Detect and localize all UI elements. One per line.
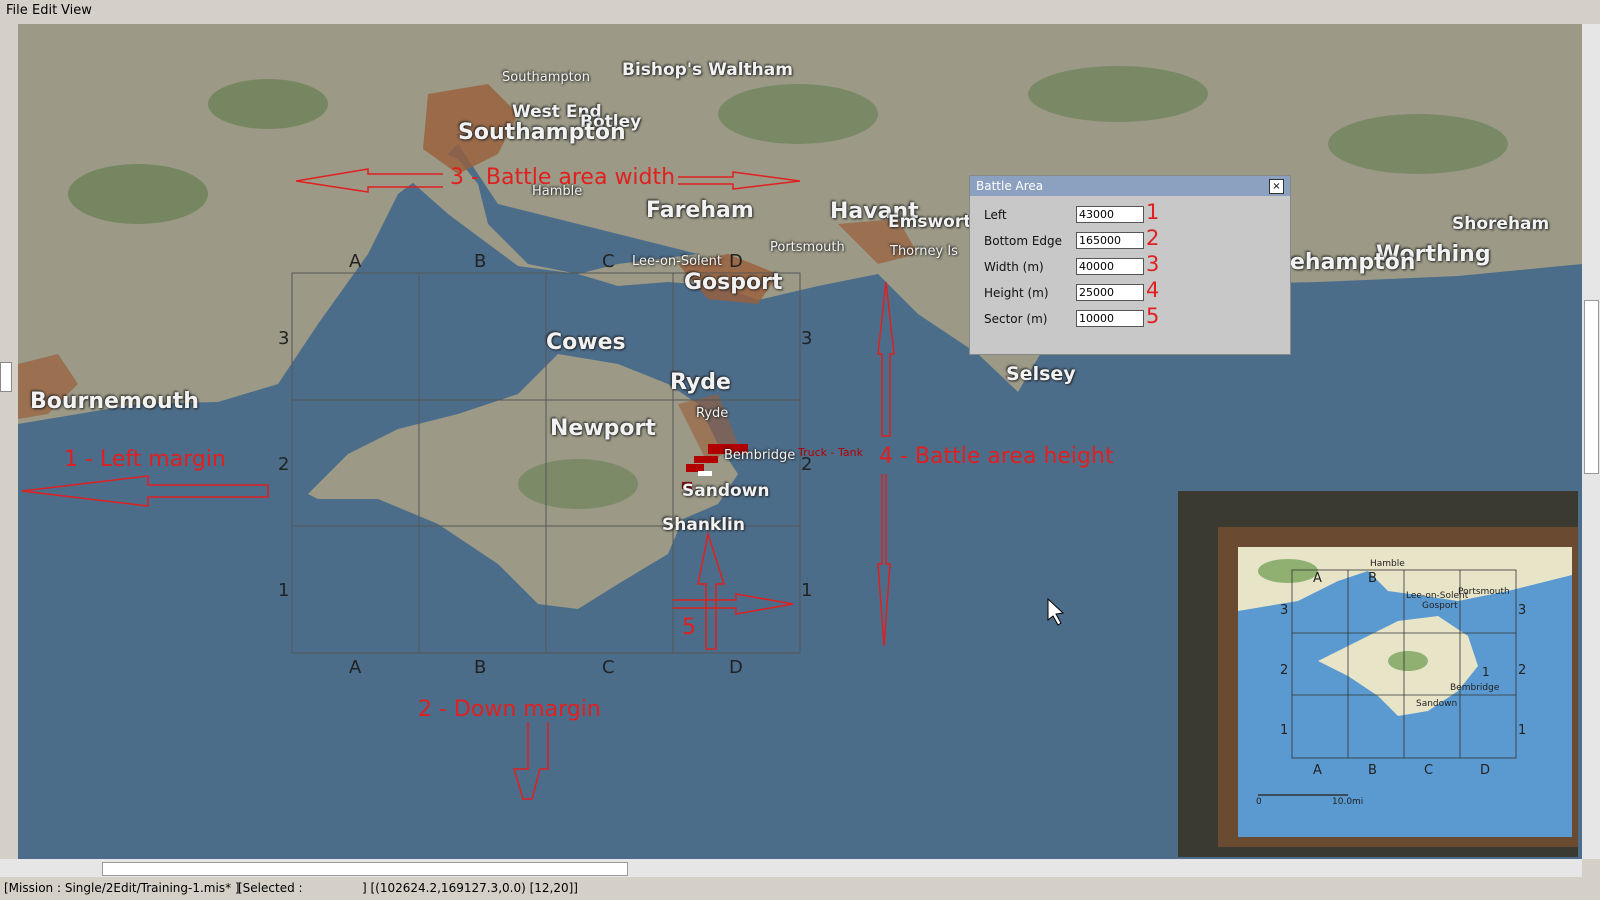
- inset-row-right-1: 1: [1518, 723, 1527, 738]
- menu-file[interactable]: File: [6, 3, 28, 18]
- grid-row-left-3: 3: [278, 328, 290, 349]
- num-5: 5: [1146, 304, 1160, 328]
- inset-row-2: 2: [1280, 663, 1289, 678]
- inset-label-portsmouth: Portsmouth: [1458, 587, 1510, 597]
- vertical-scroll-thumb[interactable]: [1584, 300, 1599, 474]
- inset-scale-start: 0: [1256, 797, 1262, 807]
- num-3: 3: [1146, 252, 1160, 276]
- label-ryde: Ryde: [670, 370, 731, 395]
- battle-area-dialog: Battle Area × Left 1 Bottom Edge 2 Width…: [969, 175, 1291, 355]
- grid-col-top-a: A: [349, 251, 362, 272]
- unit-label-truck[interactable]: Truck - Tank: [798, 446, 863, 459]
- dialog-title[interactable]: Battle Area: [970, 176, 1290, 196]
- label-gosport: Gosport: [684, 270, 783, 295]
- grid-row-left-2: 2: [278, 454, 290, 475]
- status-selected: [Selected :: [238, 881, 303, 895]
- inset-label-gosport: Gosport: [1422, 601, 1458, 611]
- inset-label-hamble: Hamble: [1370, 559, 1405, 569]
- grid-col-top-c: C: [602, 251, 615, 272]
- num-1: 1: [1146, 200, 1160, 224]
- grid-row-right-1: 1: [801, 580, 813, 601]
- inset-scale-end: 10.0mi: [1332, 797, 1364, 807]
- inset-label-sandown: Sandown: [1416, 699, 1458, 709]
- num-2: 2: [1146, 226, 1160, 250]
- grid-col-bottom-a: A: [349, 657, 362, 678]
- bottom-edge-field[interactable]: [1076, 232, 1144, 249]
- inset-row-right-3: 3: [1518, 603, 1527, 618]
- cockpit-map-preview: A B A B C D 3 2 1 3 2 1 Hamble Lee-on-So…: [1178, 491, 1578, 857]
- inset-col-top-a: A: [1313, 571, 1322, 586]
- status-mission: [Mission : Single/2Edit/Training-1.mis* …: [4, 881, 240, 895]
- annotation-sector: 5: [682, 615, 696, 640]
- num-4: 4: [1146, 278, 1160, 302]
- annotation-down-margin: 2 - Down margin: [418, 697, 601, 722]
- inset-row-1: 1: [1280, 723, 1289, 738]
- label-sandown: Sandown: [682, 481, 770, 501]
- inset-col-bottom-c: C: [1424, 763, 1434, 778]
- label-fareham: Fareham: [646, 198, 754, 223]
- label-newport: Newport: [550, 416, 656, 441]
- label-portsmouth: Portsmouth: [770, 240, 845, 255]
- horizontal-scrollbar[interactable]: [0, 859, 1582, 877]
- side-panel-handle[interactable]: [0, 362, 12, 392]
- left-field[interactable]: [1076, 206, 1144, 223]
- grid-col-top-d: D: [729, 251, 743, 272]
- status-coords: ] [(102624.2,169127.3,0.0) [12,20]]: [362, 881, 578, 895]
- annotation-width: 3 - Battle area width: [450, 165, 676, 190]
- horizontal-scroll-thumb[interactable]: [102, 862, 628, 876]
- menu-view[interactable]: View: [61, 3, 92, 18]
- inset-col-top-b: B: [1368, 571, 1377, 586]
- label-bembridge: Bembridge: [724, 448, 796, 463]
- annotation-height: 4 - Battle area height: [879, 444, 1114, 469]
- inset-label-bembridge: Bembridge: [1450, 683, 1500, 693]
- grid-col-top-b: B: [474, 251, 487, 272]
- label-sector: Sector (m): [984, 312, 1048, 326]
- label-thorney: Thorney Is: [890, 244, 958, 259]
- label-southampton-small: Southampton: [502, 70, 590, 85]
- inset-row-3: 3: [1280, 603, 1289, 618]
- menu-bar: File Edit View: [0, 0, 1600, 22]
- label-height: Height (m): [984, 286, 1049, 300]
- label-shoreham: Shoreham: [1452, 214, 1550, 234]
- label-southampton: Southampton: [458, 120, 626, 145]
- grid-row-right-3: 3: [801, 328, 813, 349]
- sector-field[interactable]: [1076, 310, 1144, 327]
- label-lee-on-solent: Lee-on-Solent: [632, 254, 722, 269]
- width-field[interactable]: [1076, 258, 1144, 275]
- label-bottom-edge: Bottom Edge: [984, 234, 1063, 248]
- inset-row-right-2: 2: [1518, 663, 1527, 678]
- label-littlehampton: ehampton: [1290, 250, 1416, 275]
- label-width: Width (m): [984, 260, 1044, 274]
- label-shanklin: Shanklin: [662, 515, 745, 535]
- label-bournemouth: Bournemouth: [30, 389, 199, 414]
- label-cowes: Cowes: [546, 330, 626, 355]
- label-ryde-small: Ryde: [696, 406, 729, 421]
- vertical-scrollbar[interactable]: [1582, 24, 1600, 859]
- inset-unit-num: 1: [1482, 665, 1490, 679]
- grid-col-bottom-b: B: [474, 657, 487, 678]
- inset-col-bottom-b: B: [1368, 763, 1377, 778]
- label-left: Left: [984, 208, 1007, 222]
- inset-col-bottom-d: D: [1480, 763, 1491, 778]
- close-icon[interactable]: ×: [1269, 179, 1284, 194]
- status-bar: [Mission : Single/2Edit/Training-1.mis* …: [0, 877, 1600, 900]
- inset-col-bottom-a: A: [1313, 763, 1322, 778]
- label-bishops-waltham: Bishop's Waltham: [622, 60, 793, 80]
- menu-edit[interactable]: Edit: [32, 3, 57, 18]
- grid-col-bottom-d: D: [729, 657, 743, 678]
- label-selsey: Selsey: [1006, 363, 1076, 385]
- height-field[interactable]: [1076, 284, 1144, 301]
- annotation-left-margin: 1 - Left margin: [64, 447, 226, 472]
- grid-row-left-1: 1: [278, 580, 290, 601]
- grid-col-bottom-c: C: [602, 657, 615, 678]
